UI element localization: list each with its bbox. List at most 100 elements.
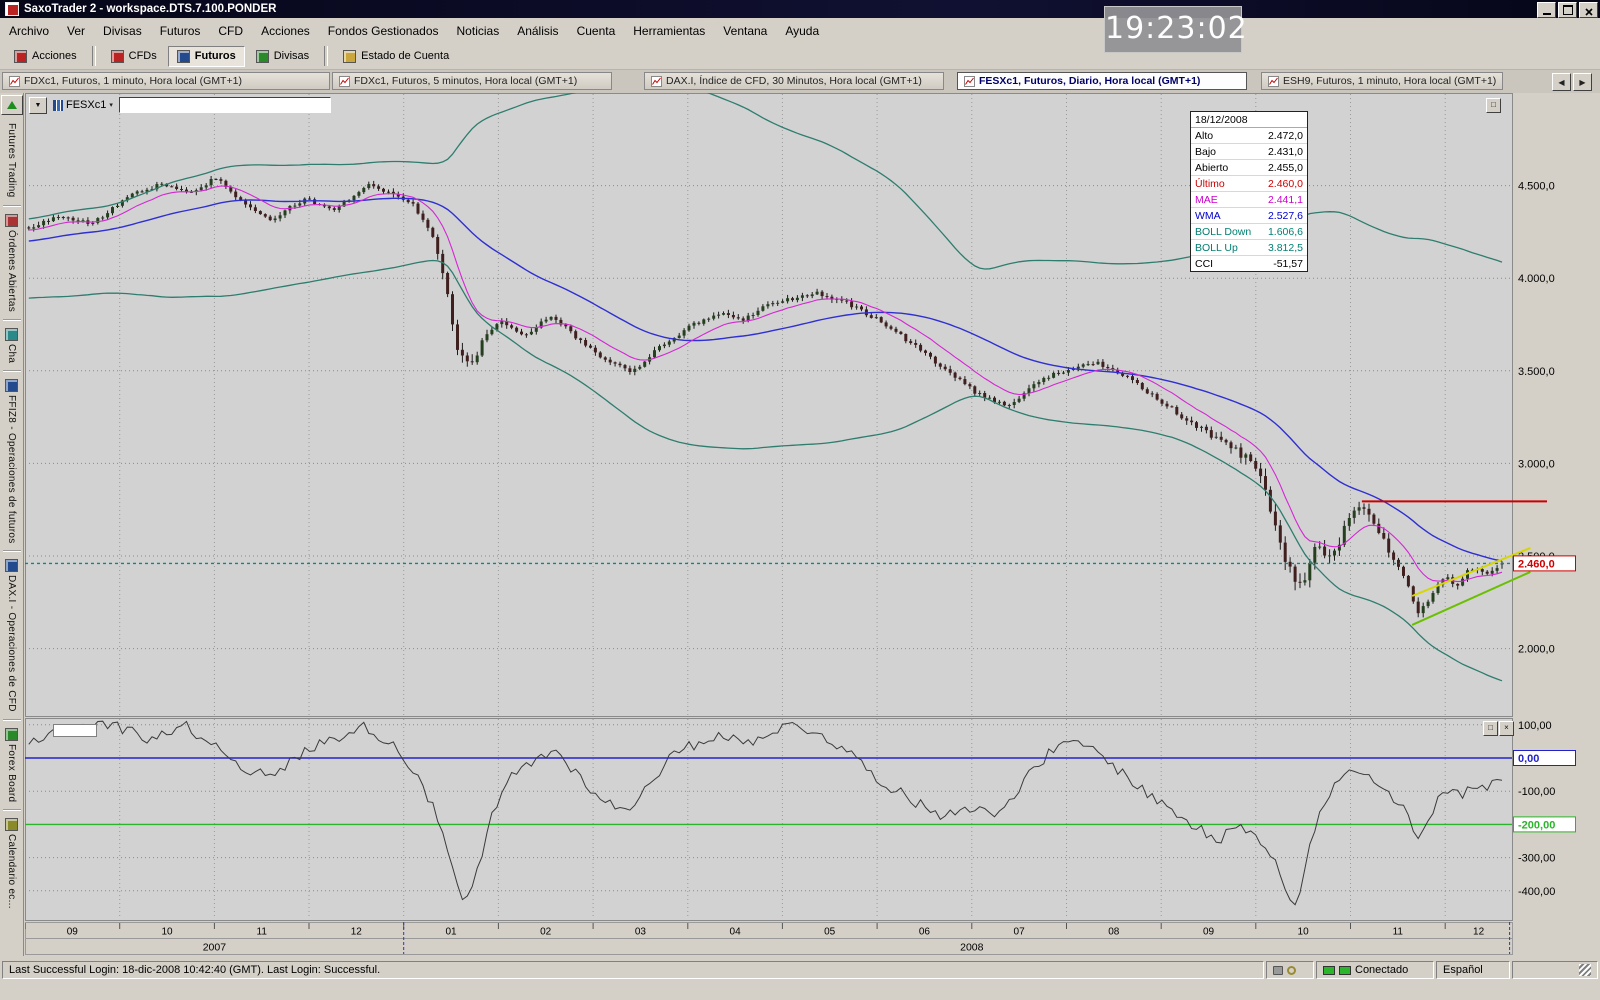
cfd-trade-icon — [5, 559, 18, 572]
sidebar-item-chart[interactable]: Cha — [5, 328, 18, 363]
svg-text:11: 11 — [257, 927, 268, 938]
sidebar-item-daxi[interactable]: DAX.I - Operaciones de CFD — [5, 559, 18, 712]
resize-grip[interactable] — [1579, 964, 1591, 976]
svg-text:2007: 2007 — [203, 942, 227, 954]
acciones-icon — [14, 50, 27, 63]
toolbar-divisas[interactable]: Divisas — [247, 46, 318, 67]
toolbar-futuros[interactable]: Futuros — [168, 46, 245, 67]
app-icon — [5, 2, 19, 16]
svg-text:0,00: 0,00 — [1518, 753, 1539, 765]
svg-text:09: 09 — [67, 927, 79, 938]
toolbar-acciones[interactable]: Acciones — [5, 46, 86, 67]
menu-acciones[interactable]: Acciones — [252, 21, 319, 41]
tab-fesxc1-diario[interactable]: FESXc1, Futuros, Diario, Hora local (GMT… — [957, 72, 1247, 90]
chart-icon — [339, 76, 350, 87]
svg-text:2008: 2008 — [960, 942, 984, 954]
sidebar-separator — [3, 319, 21, 321]
key-icon — [1287, 966, 1296, 975]
futures-trade-icon — [5, 379, 18, 392]
indicator-restore-button[interactable]: □ — [1483, 721, 1498, 736]
svg-text:-200,00: -200,00 — [1518, 819, 1555, 831]
status-bar: Last Successful Login: 18-dic-2008 10:42… — [0, 958, 1600, 982]
divisas-icon — [256, 50, 269, 63]
chart-icon — [964, 76, 975, 87]
maximize-button[interactable] — [1558, 2, 1577, 18]
chart-icon — [9, 76, 20, 87]
menu-divisas[interactable]: Divisas — [94, 21, 151, 41]
symbol-selector[interactable]: FESXc1 ▾ — [50, 99, 116, 111]
menu-ver[interactable]: Ver — [58, 21, 94, 41]
tab-fdxc1-5min[interactable]: FDXc1, Futuros, 5 minutos, Hora local (G… — [332, 72, 612, 90]
status-language-cell[interactable]: Español — [1436, 961, 1510, 979]
toolbar-separator — [92, 46, 96, 66]
menu-cuenta[interactable]: Cuenta — [568, 21, 625, 41]
svg-text:06: 06 — [919, 927, 931, 938]
cfds-icon — [111, 50, 124, 63]
svg-text:07: 07 — [1014, 927, 1026, 938]
sidebar-separator — [3, 719, 21, 721]
status-login-text: Last Successful Login: 18-dic-2008 10:42… — [2, 961, 1264, 979]
tab-fdxc1-1min[interactable]: FDXc1, Futuros, 1 minuto, Hora local (GM… — [2, 72, 330, 90]
minimize-button[interactable] — [1537, 2, 1556, 18]
svg-text:2.460,0: 2.460,0 — [1518, 558, 1555, 570]
sidebar-separator — [3, 370, 21, 372]
orders-icon — [5, 214, 18, 227]
svg-text:100,00: 100,00 — [1518, 720, 1552, 732]
menu-fondos[interactable]: Fondos Gestionados — [319, 21, 448, 41]
chart-dropdown-button[interactable]: ▼ — [29, 97, 47, 114]
monitor-icon — [1323, 966, 1335, 975]
chart-controls: ▼ FESXc1 ▾ — [29, 97, 331, 113]
menu-analisis[interactable]: Análisis — [508, 21, 567, 41]
symbol-label: FESXc1 — [66, 99, 106, 111]
menu-futuros[interactable]: Futuros — [151, 21, 210, 41]
sidebar-expand-button[interactable] — [1, 95, 23, 115]
svg-text:4.500,0: 4.500,0 — [1518, 181, 1555, 193]
menu-cfd[interactable]: CFD — [209, 21, 252, 41]
price-panel-restore-button[interactable]: □ — [1486, 98, 1501, 113]
svg-text:10: 10 — [161, 927, 173, 938]
menu-archivo[interactable]: Archivo — [0, 21, 58, 41]
tab-daxi-30min[interactable]: DAX.I, Índice de CFD, 30 Minutos, Hora l… — [644, 72, 944, 90]
close-button[interactable] — [1579, 2, 1598, 18]
tab-scroll-left-button[interactable]: ◀ — [1552, 73, 1571, 91]
sidebar-separator — [3, 205, 21, 207]
menu-ventana[interactable]: Ventana — [714, 21, 776, 41]
futuros-icon — [177, 50, 190, 63]
toolbar-estado-de-cuenta[interactable]: Estado de Cuenta — [334, 46, 458, 67]
tab-esh9-1min[interactable]: ESH9, Futuros, 1 minuto, Hora local (GMT… — [1261, 72, 1503, 90]
indicator-close-button[interactable]: × — [1499, 721, 1514, 736]
tooltip-row: MAE2.441,1 — [1191, 192, 1307, 208]
svg-text:3.000,0: 3.000,0 — [1518, 458, 1555, 470]
tooltip-row: Alto2.472,0 — [1191, 128, 1307, 144]
indicator-legend-box — [53, 724, 97, 737]
sidebar-item-ordenes-abiertas[interactable]: Órdenes Abiertas — [5, 214, 18, 312]
chevron-down-icon: ▾ — [109, 101, 113, 109]
symbol-input[interactable] — [119, 97, 331, 113]
estado-de-cuenta-icon — [343, 50, 356, 63]
menu-ayuda[interactable]: Ayuda — [776, 21, 828, 41]
window-title: SaxoTrader 2 - workspace.DTS.7.100.PONDE… — [24, 3, 276, 15]
svg-text:04: 04 — [730, 927, 742, 938]
toolbar-cfds[interactable]: CFDs — [102, 46, 166, 67]
svg-text:2.000,0: 2.000,0 — [1518, 644, 1555, 656]
sidebar-item-ffiz8[interactable]: FFIZ8 - Operaciones de futuros — [5, 379, 18, 544]
chart-canvas[interactable]: 4.500,04.000,03.500,03.000,02.500,02.000… — [25, 93, 1600, 956]
ohlc-tooltip: 18/12/2008 Alto2.472,0 Bajo2.431,0 Abier… — [1190, 111, 1308, 272]
sidebar-separator — [3, 550, 21, 552]
tooltip-row: Bajo2.431,0 — [1191, 144, 1307, 160]
chart-icon — [1268, 76, 1279, 87]
svg-text:01: 01 — [445, 927, 457, 938]
sidebar-item-forex-board[interactable]: Forex Board — [5, 728, 18, 802]
sidebar-item-calendario[interactable]: Calendario ec... — [5, 818, 18, 909]
tooltip-row: BOLL Up3.812,5 — [1191, 240, 1307, 256]
svg-text:09: 09 — [1203, 927, 1215, 938]
menu-noticias[interactable]: Noticias — [448, 21, 509, 41]
svg-text:3.500,0: 3.500,0 — [1518, 366, 1555, 378]
tooltip-row: Abierto2.455,0 — [1191, 160, 1307, 176]
svg-text:12: 12 — [351, 927, 363, 938]
svg-text:-100,00: -100,00 — [1518, 786, 1555, 798]
sidebar-item-futures-trading[interactable]: Futures Trading — [6, 123, 17, 198]
window-frame-bottom — [0, 982, 1600, 1000]
tab-scroll-right-button[interactable]: ▶ — [1573, 73, 1592, 91]
menu-herramientas[interactable]: Herramientas — [624, 21, 714, 41]
